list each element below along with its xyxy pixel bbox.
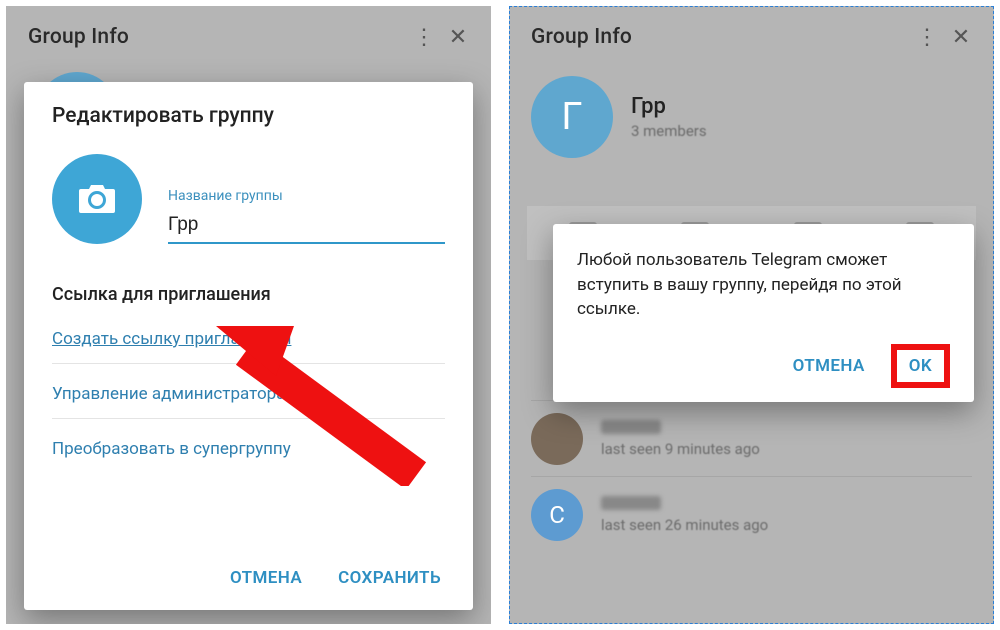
manage-admins-link[interactable]: Управление администраторам — [52, 376, 445, 419]
create-invite-link[interactable]: Создать ссылку приглашения — [52, 321, 445, 364]
group-name-input[interactable] — [168, 210, 445, 244]
member-list: last seen 9 minutes ago C last seen 26 m… — [509, 386, 994, 566]
avatar-initial: C — [549, 501, 565, 529]
group-subtitle: 3 members — [631, 122, 707, 140]
member-name-blurred — [601, 496, 661, 510]
screenshot-right: Group Info ⋮ ✕ Г Грр 3 members last seen… — [509, 6, 994, 624]
camera-icon — [77, 183, 117, 215]
confirm-dialog: Любой пользователь Telegram сможет вступ… — [553, 224, 974, 402]
cancel-button[interactable]: ОТМЕНА — [793, 356, 865, 376]
member-status: last seen 26 minutes ago — [601, 516, 768, 534]
avatar — [531, 413, 583, 465]
more-icon[interactable]: ⋮ — [910, 25, 944, 50]
member-status: last seen 9 minutes ago — [601, 440, 760, 458]
set-photo-button[interactable] — [52, 154, 142, 244]
topbar-title: Group Info — [28, 25, 407, 49]
close-icon[interactable]: ✕ — [944, 25, 978, 50]
group-header: Г Грр 3 members — [509, 68, 994, 176]
avatar-initial: Г — [561, 95, 582, 139]
annotation-highlight: OK — [891, 344, 950, 388]
confirm-body: Любой пользователь Telegram сможет вступ… — [577, 248, 950, 322]
ok-button[interactable]: OK — [909, 356, 932, 376]
cancel-button[interactable]: ОТМЕНА — [230, 568, 302, 588]
edit-group-dialog: Редактировать группу Название группы Ссы… — [24, 82, 473, 610]
group-name: Грр — [631, 94, 707, 119]
close-icon[interactable]: ✕ — [441, 25, 475, 50]
topbar: Group Info ⋮ ✕ — [6, 6, 491, 68]
list-item[interactable]: last seen 9 minutes ago — [531, 400, 972, 476]
screenshot-left: Group Info ⋮ ✕ Редактировать группу Назв… — [6, 6, 491, 624]
dialog-title: Редактировать группу — [52, 104, 445, 128]
more-icon[interactable]: ⋮ — [407, 25, 441, 50]
list-item[interactable]: C last seen 26 minutes ago — [531, 476, 972, 552]
avatar: C — [531, 489, 583, 541]
group-avatar[interactable]: Г — [531, 76, 613, 158]
convert-supergroup-link[interactable]: Преобразовать в супергруппу — [52, 431, 445, 473]
confirm-actions: ОТМЕНА OK — [577, 344, 950, 388]
member-name-blurred — [601, 420, 661, 434]
topbar: Group Info ⋮ ✕ — [509, 6, 994, 68]
save-button[interactable]: СОХРАНИТЬ — [338, 568, 441, 588]
topbar-title: Group Info — [531, 25, 910, 49]
invite-section-heading: Ссылка для приглашения — [52, 284, 445, 305]
group-name-label: Название группы — [168, 188, 445, 204]
dialog-actions: ОТМЕНА СОХРАНИТЬ — [52, 558, 445, 594]
group-name-row: Название группы — [52, 154, 445, 244]
